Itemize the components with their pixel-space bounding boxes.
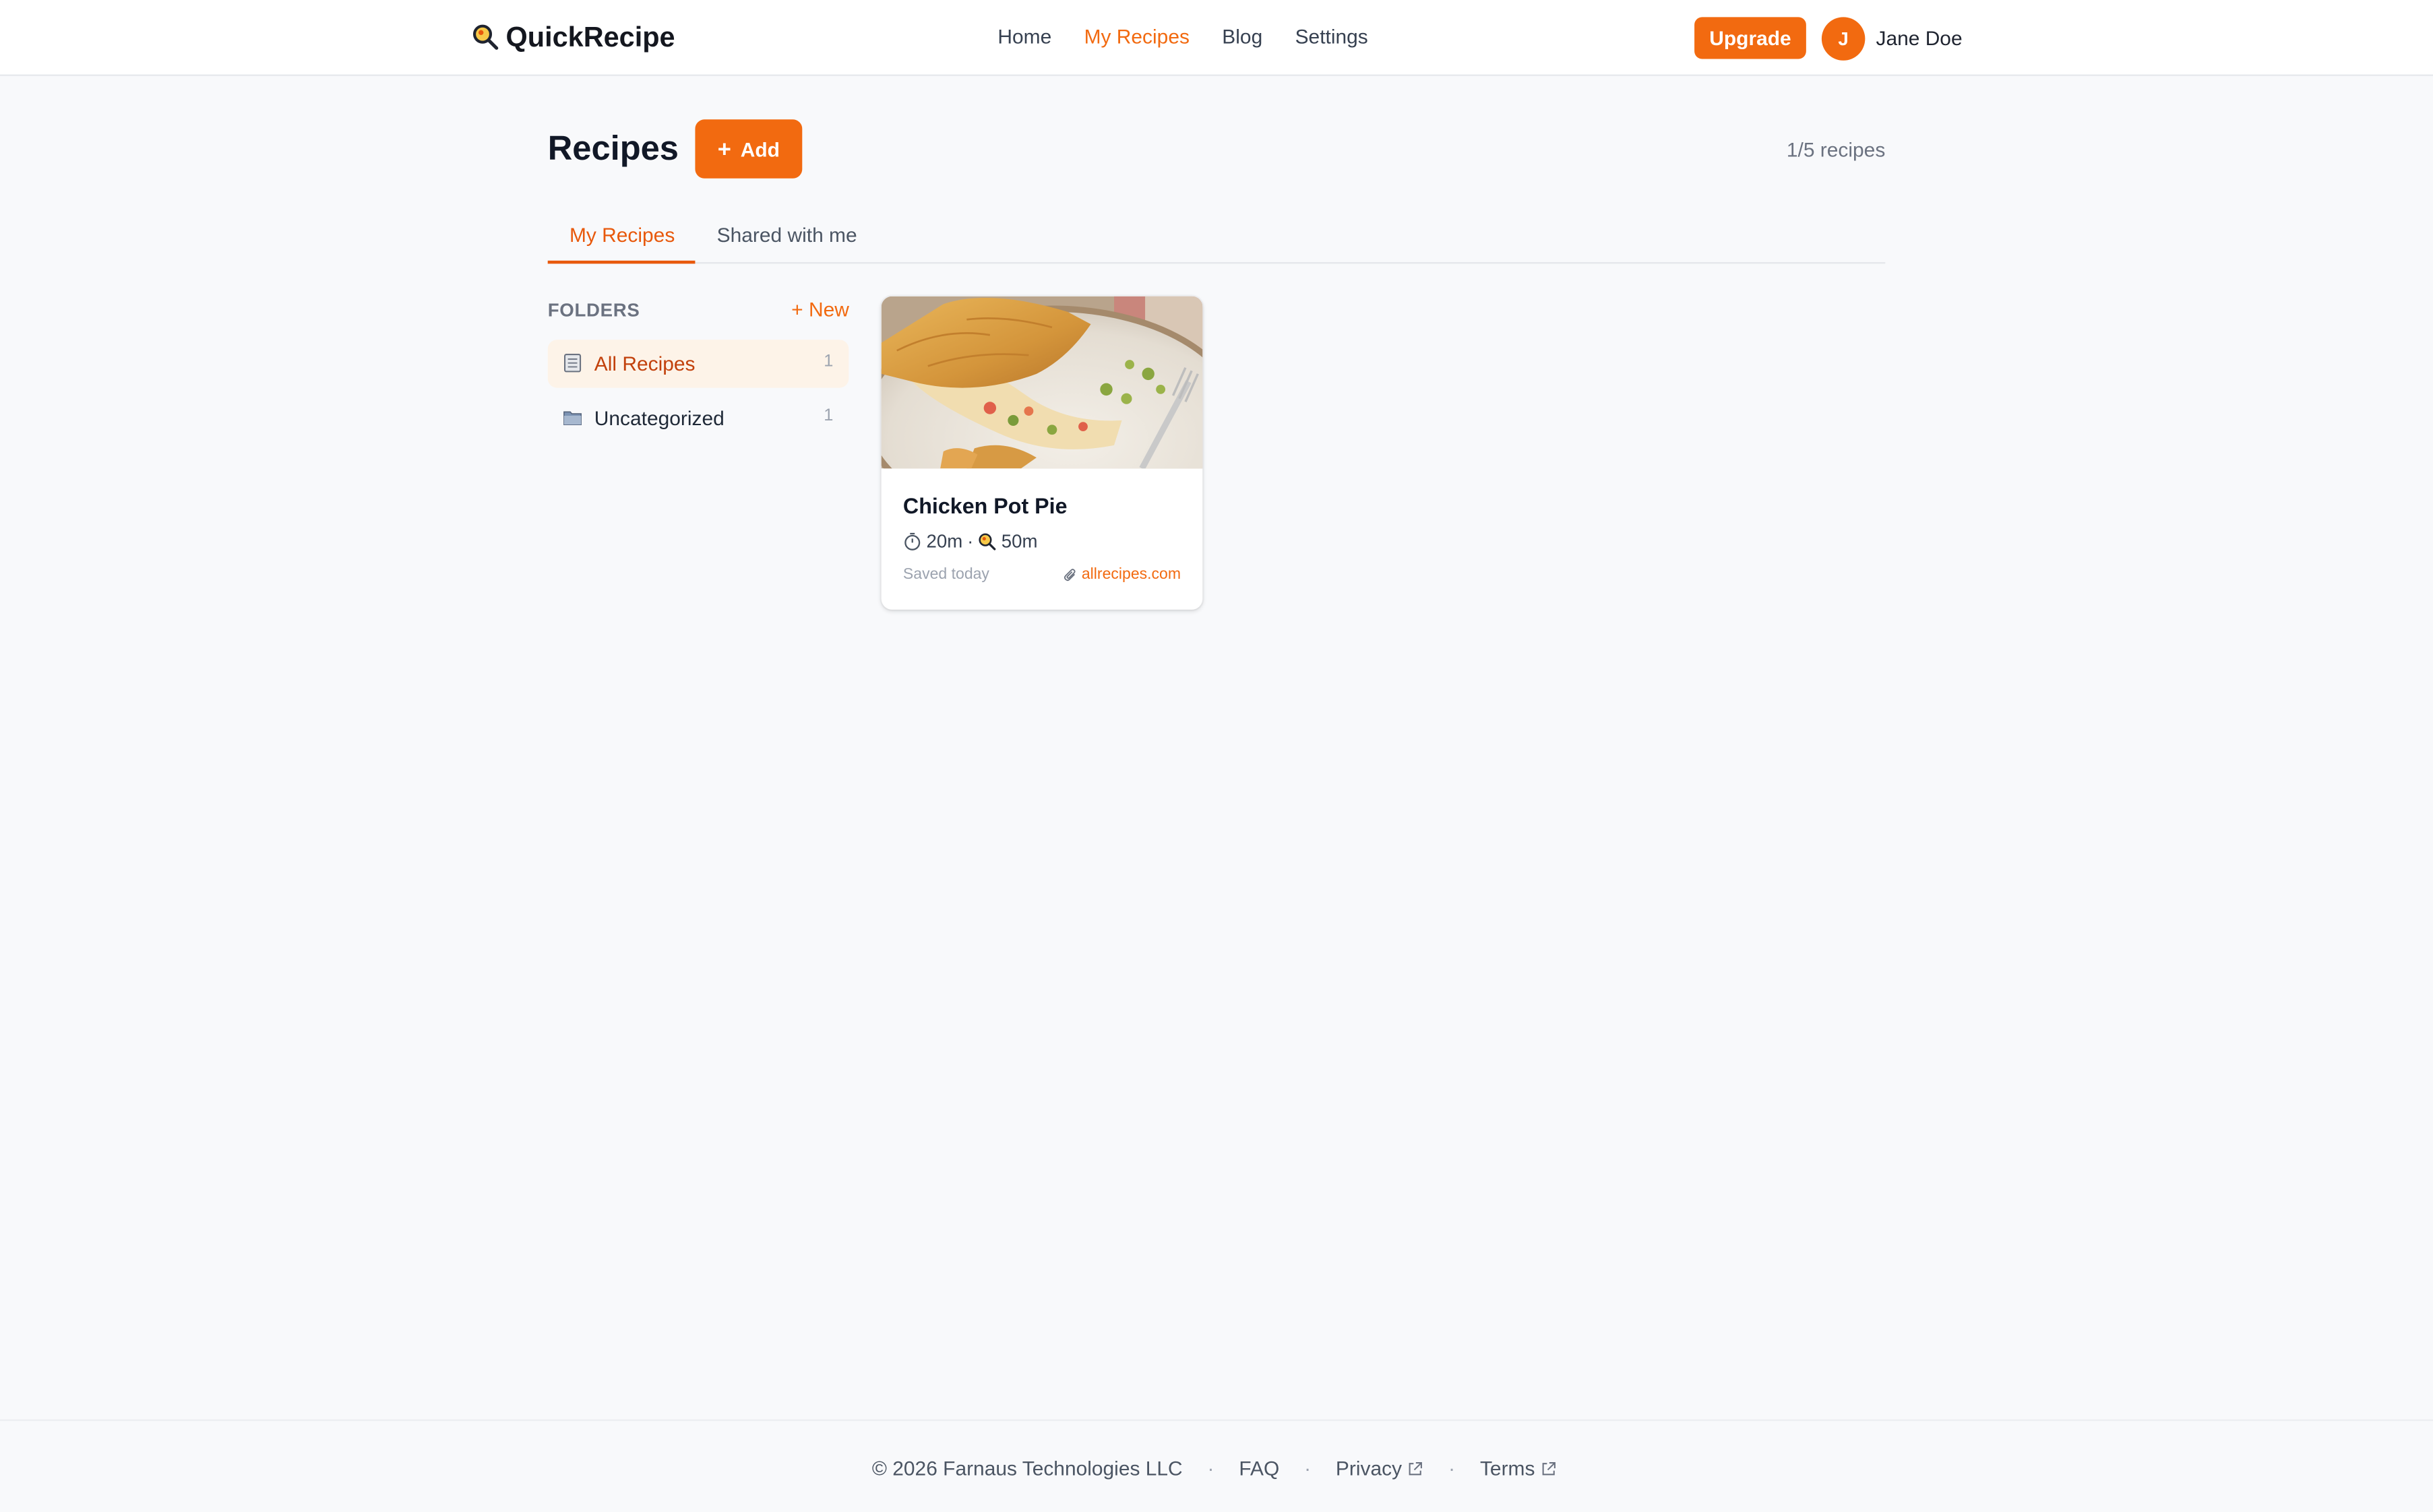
add-button-label: Add	[740, 137, 780, 161]
footer-link-label: Privacy	[1335, 1456, 1403, 1480]
cook-time: 50m	[1001, 530, 1038, 553]
folder-count: 1	[824, 406, 834, 425]
footer-separator: ·	[1304, 1456, 1312, 1480]
brand-logo[interactable]: QuickRecipe	[472, 19, 675, 56]
footer-link-terms[interactable]: Terms	[1480, 1457, 1557, 1480]
folder-count: 1	[824, 352, 834, 371]
main-nav: Home My Recipes Blog Settings	[997, 25, 1367, 49]
recipe-times: 20m · 50m	[903, 530, 1038, 553]
source-domain: allrecipes.com	[1081, 566, 1181, 584]
recipe-tabs: My Recipes Shared with me	[547, 212, 1886, 264]
timer-icon	[904, 532, 921, 550]
footer-link-label: FAQ	[1239, 1456, 1280, 1480]
upgrade-button[interactable]: Upgrade	[1694, 17, 1806, 59]
recipe-source-link[interactable]: allrecipes.com	[1063, 566, 1181, 584]
user-name[interactable]: Jane Doe	[1876, 26, 1962, 50]
magnifier-logo-icon	[472, 24, 499, 50]
cook-time-icon	[979, 533, 997, 550]
folders-heading: FOLDERS	[547, 299, 640, 321]
saved-date: Saved today	[902, 566, 989, 584]
folder-uncategorized[interactable]: Uncategorized 1	[548, 394, 849, 442]
tab-shared-with-me[interactable]: Shared with me	[717, 224, 857, 247]
top-navbar: QuickRecipe Home My Recipes Blog Setting…	[0, 0, 2433, 76]
recipe-title: Chicken Pot Pie	[902, 493, 1068, 518]
external-link-icon	[1543, 1461, 1556, 1475]
folder-all-recipes[interactable]: All Recipes 1	[547, 340, 849, 388]
folder-icon	[563, 411, 582, 425]
folder-label: Uncategorized	[594, 406, 725, 430]
paperclip-icon	[1064, 567, 1076, 580]
plus-icon: +	[717, 135, 731, 162]
nav-settings[interactable]: Settings	[1295, 25, 1368, 49]
tab-my-recipes[interactable]: My Recipes	[569, 224, 675, 247]
nav-my-recipes[interactable]: My Recipes	[1084, 25, 1190, 49]
recipe-thumbnail	[881, 296, 1203, 469]
footer-link-label: Terms	[1479, 1456, 1535, 1480]
nav-blog[interactable]: Blog	[1222, 25, 1262, 49]
brand-name: QuickRecipe	[505, 21, 675, 53]
footer-link-faq[interactable]: FAQ	[1239, 1457, 1279, 1480]
new-folder-button[interactable]: + New	[791, 298, 849, 321]
add-recipe-button[interactable]: + Add	[695, 119, 803, 179]
footer-link-privacy[interactable]: Privacy	[1336, 1457, 1423, 1480]
page-footer: © 2026 Farnaus Technologies LLC · FAQ · …	[0, 1419, 2433, 1512]
prep-time: 20m	[926, 530, 963, 553]
footer-separator: ·	[1448, 1456, 1456, 1480]
external-link-icon	[1409, 1461, 1423, 1475]
time-separator: ·	[967, 530, 974, 553]
recipe-count: 1/5 recipes	[1786, 137, 1886, 162]
app-root: QuickRecipe Home My Recipes Blog Setting…	[0, 0, 2433, 1512]
avatar[interactable]: J	[1821, 17, 1866, 61]
recipe-card[interactable]: Chicken Pot Pie 20m · 50m Saved today al…	[881, 296, 1203, 610]
footer-separator: ·	[1207, 1456, 1214, 1480]
page-title: Recipes	[547, 129, 679, 168]
active-tab-indicator	[547, 260, 696, 264]
footer-links: © 2026 Farnaus Technologies LLC · FAQ · …	[872, 1457, 1557, 1480]
recipe-card-footer: Saved today allrecipes.com	[903, 566, 1181, 588]
folder-label: All Recipes	[594, 352, 696, 376]
notebook-icon	[563, 354, 582, 373]
nav-home[interactable]: Home	[997, 25, 1051, 49]
copyright-text: © 2026 Farnaus Technologies LLC	[871, 1456, 1183, 1480]
